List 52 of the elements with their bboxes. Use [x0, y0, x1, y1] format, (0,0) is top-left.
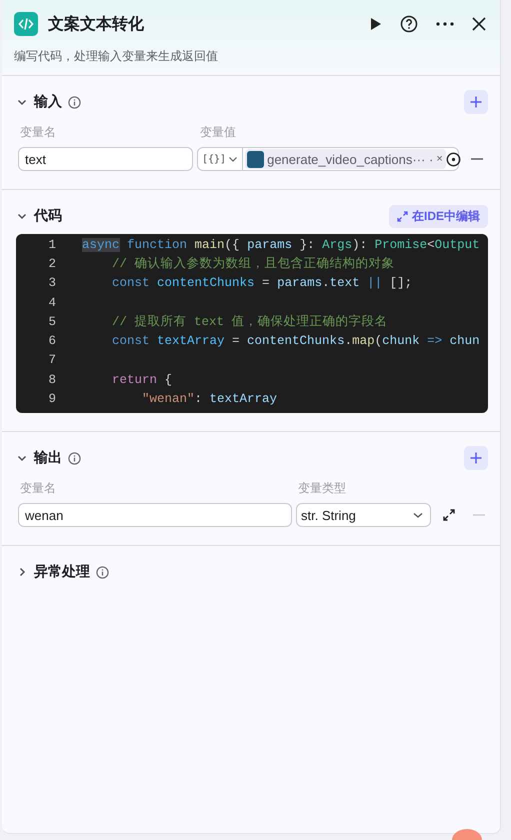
remove-reference-button[interactable]: ×: [436, 153, 443, 165]
add-button[interactable]: [464, 446, 488, 470]
add-button[interactable]: [464, 90, 488, 114]
plus-icon: [469, 95, 483, 109]
edit-in-ide-button[interactable]: 在IDE中编辑: [388, 204, 488, 228]
section-title: 输出: [34, 449, 62, 467]
code-icon: [14, 12, 38, 36]
info-icon[interactable]: [96, 566, 109, 578]
help-icon[interactable]: [400, 15, 418, 33]
line-number: 8: [47, 372, 57, 387]
expand-icon: [396, 210, 408, 222]
code-line: // 提取所有 text 值，确保处理正确的字段名: [111, 314, 388, 330]
section-title: 异常处理: [34, 563, 90, 581]
column-header: 变量名: [20, 124, 57, 141]
code-line: "wenan": textArray: [141, 392, 278, 406]
column-header: 变量值: [200, 124, 236, 141]
code-line: // 确认输入参数为数组，且包含正确结构的对象: [111, 256, 395, 272]
line-number: 7: [47, 353, 57, 368]
more-icon[interactable]: [436, 22, 454, 26]
code-line: const textArray = contentChunks.map(chunk => chun: [111, 334, 480, 348]
code-line: return {: [111, 372, 172, 387]
close-icon[interactable]: [472, 17, 486, 31]
info-icon[interactable]: [68, 96, 81, 108]
line-number: 2: [47, 256, 57, 271]
run-icon[interactable]: [370, 17, 382, 31]
target-icon[interactable]: [446, 152, 461, 166]
value-type-label: [{}]: [202, 154, 226, 164]
node-title: 文案文本转化: [48, 14, 145, 34]
caret-icon: [228, 154, 238, 164]
variable-type-select[interactable]: str. String: [296, 503, 431, 527]
variable-value-field[interactable]: [{}] generate_video_captions··· · ×: [197, 147, 459, 171]
code-editor[interactable]: [16, 234, 488, 413]
reference-label: generate_video_captions··· ·: [267, 152, 434, 166]
line-number: 4: [47, 296, 57, 310]
thumbnail-icon: [247, 150, 264, 168]
line-number: 6: [47, 334, 57, 348]
plus-icon: [469, 451, 483, 465]
column-header: 变量类型: [298, 480, 346, 497]
code-line: async function main({ params }: Args): Promise<Output: [82, 238, 480, 252]
variable-name-field[interactable]: text: [18, 147, 193, 171]
line-number: 1: [47, 238, 57, 252]
line-number: 9: [47, 392, 57, 406]
line-number: 5: [47, 314, 57, 329]
expand-icon[interactable]: [443, 509, 455, 521]
section-title: 代码: [34, 207, 62, 225]
variable-name-field[interactable]: wenan: [18, 503, 292, 527]
section-title: 输入: [34, 93, 62, 111]
node-description: 编写代码，处理输入变量来生成返回值: [14, 48, 219, 65]
info-icon[interactable]: [68, 452, 81, 464]
column-header: 变量名: [20, 480, 57, 497]
code-line: const contentChunks = params.text || [];: [111, 276, 412, 290]
line-number: 3: [47, 276, 57, 290]
